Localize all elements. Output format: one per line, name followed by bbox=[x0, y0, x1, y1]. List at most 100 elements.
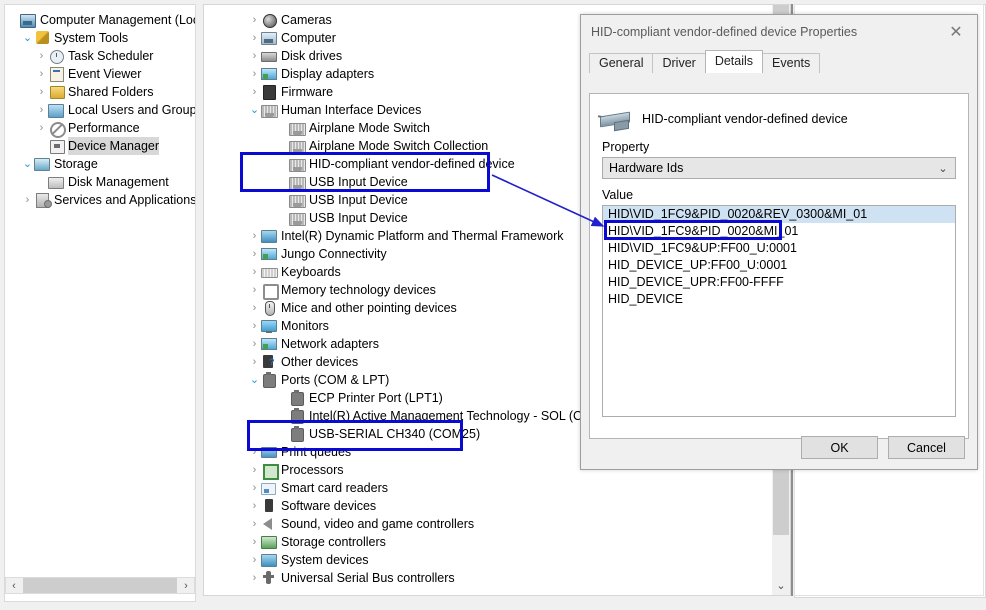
tree-item[interactable]: › Software devices bbox=[212, 497, 772, 515]
port-icon bbox=[261, 372, 278, 388]
chevron-right-icon[interactable]: › bbox=[35, 101, 48, 119]
chevron-down-icon[interactable]: ⌄ bbox=[248, 371, 261, 389]
chevron-right-icon[interactable]: › bbox=[248, 47, 261, 65]
intel-icon bbox=[261, 228, 278, 244]
tree-item[interactable]: › Storage controllers bbox=[212, 533, 772, 551]
hid-icon bbox=[289, 138, 306, 154]
computer-management-icon bbox=[20, 12, 37, 28]
chevron-right-icon[interactable]: › bbox=[248, 65, 261, 83]
tree-item-label: System Tools bbox=[54, 31, 129, 45]
tree-item[interactable]: › System devices bbox=[212, 551, 772, 569]
tree-item[interactable]: ⌄ System Tools bbox=[5, 29, 195, 47]
tree-item-label: Disk Management bbox=[68, 175, 169, 189]
chevron-down-icon[interactable]: ⌄ bbox=[21, 29, 34, 47]
dialog-buttons: OK Cancel bbox=[801, 436, 965, 459]
hid-icon bbox=[289, 120, 306, 136]
hid-icon bbox=[261, 102, 278, 118]
tree-item[interactable]: › Universal Serial Bus controllers bbox=[212, 569, 772, 587]
tree-item-label: Intel(R) Dynamic Platform and Thermal Fr… bbox=[281, 229, 564, 243]
tree-item[interactable]: › Smart card readers bbox=[212, 479, 772, 497]
tree-item[interactable]: › Event Viewer bbox=[5, 65, 195, 83]
tab-driver[interactable]: Driver bbox=[652, 53, 706, 73]
tree-item-label: Memory technology devices bbox=[281, 283, 436, 297]
chevron-right-icon[interactable]: › bbox=[248, 83, 261, 101]
dialog-body: HID-compliant vendor-defined device Prop… bbox=[589, 93, 969, 439]
tree-item[interactable]: Disk Management bbox=[5, 173, 195, 191]
tree-item[interactable]: › Performance bbox=[5, 119, 195, 138]
tree-item-label: Mice and other pointing devices bbox=[281, 301, 457, 315]
chevron-right-icon[interactable]: › bbox=[248, 443, 261, 461]
console-tree-hscrollbar[interactable]: ‹ › bbox=[5, 577, 195, 594]
value-list-item[interactable]: HID_DEVICE_UP:FF00_U:0001 bbox=[603, 257, 955, 274]
ok-button[interactable]: OK bbox=[801, 436, 878, 459]
chevron-right-icon[interactable]: › bbox=[248, 479, 261, 497]
monitor-icon bbox=[261, 318, 278, 334]
tree-item-label: Computer bbox=[281, 31, 336, 45]
chevron-right-icon[interactable]: › bbox=[35, 83, 48, 101]
tree-item-label: USB Input Device bbox=[309, 211, 408, 225]
tree-item[interactable]: › Task Scheduler bbox=[5, 47, 195, 65]
value-list-item[interactable]: HID\VID_1FC9&UP:FF00_U:0001 bbox=[603, 240, 955, 257]
chevron-right-icon[interactable]: › bbox=[248, 263, 261, 281]
value-list-item[interactable]: HID\VID_1FC9&PID_0020&REV_0300&MI_01 bbox=[603, 206, 955, 223]
task-scheduler-icon bbox=[48, 48, 65, 64]
tree-item[interactable]: › Local Users and Groups bbox=[5, 101, 195, 119]
keyboard-icon bbox=[261, 264, 278, 280]
network-adapter-icon bbox=[261, 336, 278, 352]
firmware-icon bbox=[261, 84, 278, 100]
chevron-down-icon[interactable]: ⌄ bbox=[21, 155, 34, 173]
device-properties-dialog[interactable]: HID-compliant vendor-defined device Prop… bbox=[580, 14, 978, 470]
tree-item[interactable]: ⌄ Storage bbox=[5, 155, 195, 173]
value-list-item[interactable]: HID\VID_1FC9&PID_0020&MI_01 bbox=[603, 223, 955, 240]
chevron-right-icon[interactable]: › bbox=[248, 533, 261, 551]
scroll-left-icon[interactable]: ‹ bbox=[6, 578, 22, 593]
cancel-button[interactable]: Cancel bbox=[888, 436, 965, 459]
device-name: HID-compliant vendor-defined device bbox=[642, 112, 848, 126]
tree-item[interactable]: Computer Management (Local bbox=[5, 11, 195, 29]
tab-events[interactable]: Events bbox=[762, 53, 821, 73]
chevron-right-icon[interactable]: › bbox=[248, 497, 261, 515]
chevron-right-icon[interactable]: › bbox=[248, 335, 261, 353]
chevron-right-icon[interactable]: › bbox=[248, 11, 261, 29]
close-icon[interactable]: ✕ bbox=[935, 17, 977, 47]
chevron-right-icon[interactable]: › bbox=[248, 29, 261, 47]
chevron-right-icon[interactable]: › bbox=[35, 119, 48, 137]
chevron-right-icon[interactable]: › bbox=[248, 317, 261, 335]
hscrollbar-thumb[interactable] bbox=[23, 578, 177, 593]
chevron-right-icon[interactable]: › bbox=[248, 515, 261, 533]
tree-item-label: Ports (COM & LPT) bbox=[281, 373, 390, 387]
tree-item-label: USB-SERIAL CH340 (COM25) bbox=[309, 427, 481, 441]
chevron-right-icon[interactable]: › bbox=[248, 281, 261, 299]
tree-item-label: Jungo Connectivity bbox=[281, 247, 387, 261]
value-list-item[interactable]: HID_DEVICE bbox=[603, 291, 955, 308]
tree-item-label: Smart card readers bbox=[281, 481, 388, 495]
tree-item[interactable]: › Services and Applications bbox=[5, 191, 195, 209]
value-list-item[interactable]: HID_DEVICE_UPR:FF00-FFFF bbox=[603, 274, 955, 291]
value-list[interactable]: HID\VID_1FC9&PID_0020&REV_0300&MI_01 HID\… bbox=[602, 205, 956, 417]
chevron-right-icon[interactable]: › bbox=[248, 299, 261, 317]
scroll-down-icon[interactable]: ⌄ bbox=[773, 577, 789, 593]
chevron-down-icon[interactable]: ⌄ bbox=[248, 101, 261, 119]
chevron-right-icon[interactable]: › bbox=[248, 353, 261, 371]
chevron-right-icon[interactable]: › bbox=[35, 65, 48, 83]
tab-details[interactable]: Details bbox=[704, 50, 764, 73]
chevron-right-icon[interactable]: › bbox=[248, 569, 261, 587]
chevron-right-icon[interactable]: › bbox=[248, 245, 261, 263]
event-viewer-icon bbox=[48, 66, 65, 82]
tree-item[interactable]: › Shared Folders bbox=[5, 83, 195, 101]
property-dropdown[interactable]: Hardware Ids ⌄ bbox=[602, 157, 956, 179]
chevron-down-icon[interactable]: ⌄ bbox=[931, 162, 955, 175]
tree-item[interactable]: › Sound, video and game controllers bbox=[212, 515, 772, 533]
tree-item-label: Event Viewer bbox=[68, 67, 142, 81]
chevron-right-icon[interactable]: › bbox=[248, 461, 261, 479]
console-tree-pane[interactable]: Computer Management (Local ⌄ System Tools ›… bbox=[4, 4, 196, 602]
scroll-right-icon[interactable]: › bbox=[178, 578, 194, 593]
chevron-right-icon[interactable]: › bbox=[248, 227, 261, 245]
chevron-right-icon[interactable]: › bbox=[248, 551, 261, 569]
chevron-right-icon[interactable]: › bbox=[35, 47, 48, 65]
port-icon bbox=[289, 426, 306, 442]
tab-general[interactable]: General bbox=[589, 53, 654, 73]
chevron-right-icon[interactable]: › bbox=[21, 191, 34, 209]
tree-item[interactable]: Device Manager bbox=[5, 137, 195, 155]
dialog-titlebar[interactable]: HID-compliant vendor-defined device Prop… bbox=[581, 15, 977, 49]
